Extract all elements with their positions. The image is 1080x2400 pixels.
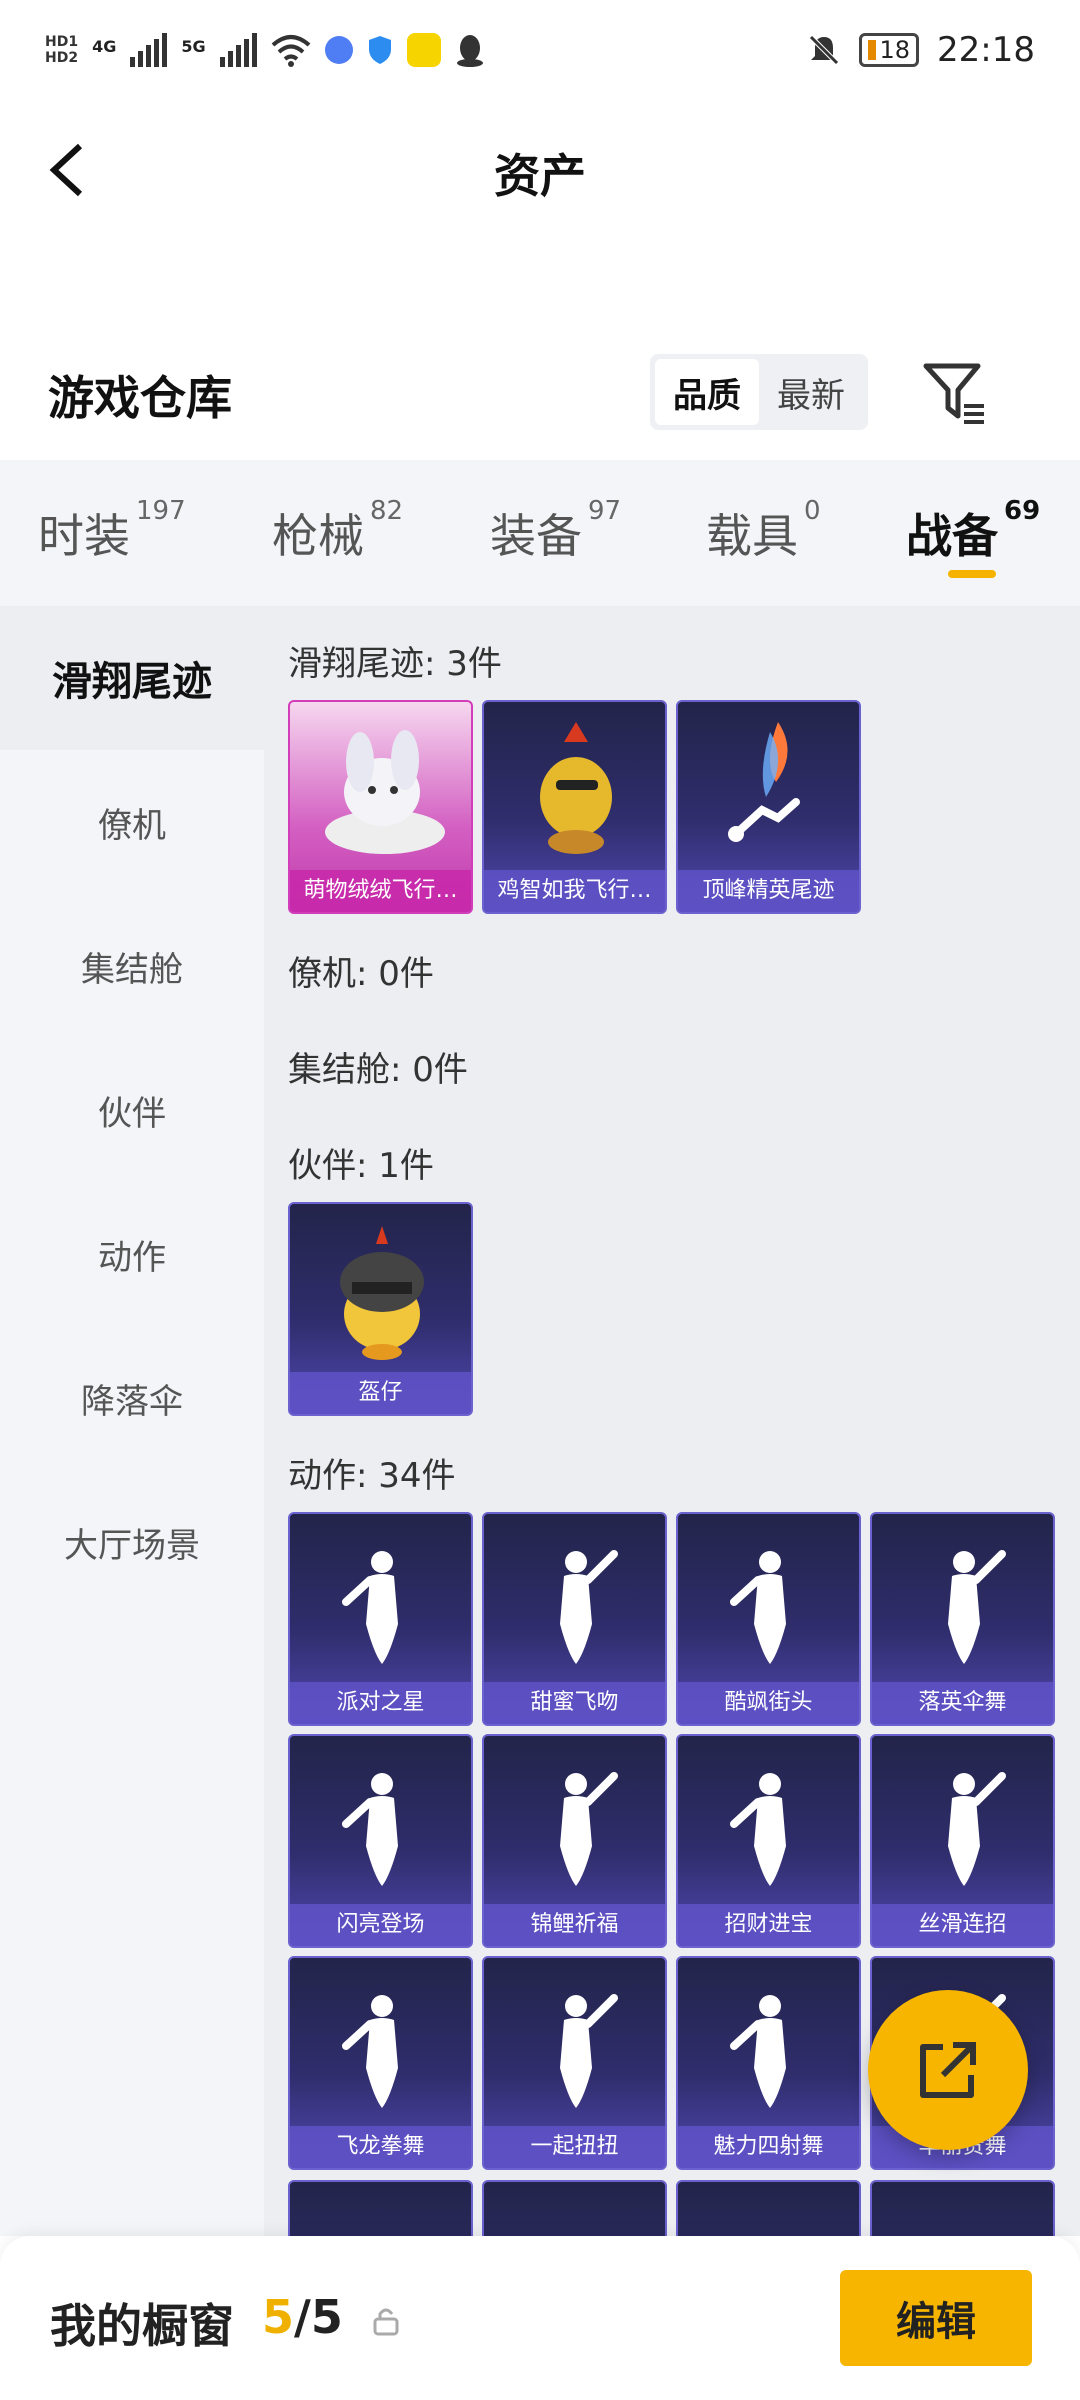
item-label: 一起扭扭 (484, 2126, 665, 2168)
signal-icon (130, 33, 168, 67)
item-card[interactable] (482, 2180, 667, 2236)
dancer-icon (730, 1773, 786, 1886)
section-title-partner: 伙伴: 1件 (288, 1146, 434, 1186)
category-tabs: 时装 197 枪械 82 装备 97 载具 0 战备 69 (0, 460, 1080, 606)
item-card[interactable] (288, 2180, 473, 2236)
shield-icon (368, 36, 391, 64)
tab-vehicles[interactable]: 载具 0 (706, 496, 821, 566)
item-label: 盔仔 (290, 1372, 471, 1414)
item-card[interactable]: 顶峰精英尾迹 (676, 700, 861, 914)
section-title-glide-trail: 滑翔尾迹: 3件 (288, 644, 502, 684)
sort-newest-button[interactable]: 最新 (759, 359, 863, 425)
app-icon-yellow (406, 33, 441, 67)
showcase-bar: 我的橱窗 5/5 编辑 (0, 2236, 1080, 2400)
status-time: 22:18 (937, 30, 1035, 70)
sidebar-item-assembly-pod[interactable]: 集结舱 (0, 894, 264, 1038)
battery-icon: 18 (859, 33, 920, 67)
net-5g-label: 5G (181, 37, 206, 56)
share-button[interactable] (868, 1990, 1028, 2150)
sort-toggle: 品质 最新 (650, 354, 868, 430)
app-icon-blue (324, 36, 353, 64)
item-card[interactable]: 盔仔 (288, 1202, 473, 1416)
status-bar: HD1 HD2 4G 5G 18 22:18 (0, 0, 1080, 100)
item-label: 魅力四射舞 (678, 2126, 859, 2168)
item-label: 鸡智如我飞行… (484, 870, 665, 912)
dancer-icon (948, 1550, 1006, 1664)
page-title: 资产 (494, 149, 586, 203)
sidebar-item-emote[interactable]: 动作 (0, 1182, 264, 1326)
item-card[interactable]: 鸡智如我飞行… (482, 700, 667, 914)
dancer-icon (948, 1772, 1006, 1886)
sidebar-item-glide-trail[interactable]: 滑翔尾迹 (0, 606, 264, 750)
dancer-icon (560, 1994, 618, 2108)
flame-trail-icon (728, 722, 800, 842)
dancer-icon (342, 1551, 398, 1664)
item-label: 锦鲤祈福 (484, 1904, 665, 1946)
item-label: 萌物绒绒飞行… (290, 870, 471, 912)
hd-icon: HD1 HD2 (45, 34, 79, 66)
item-label: 顶峰精英尾迹 (678, 870, 859, 912)
warehouse-header: 游戏仓库 品质 最新 (0, 340, 1080, 460)
net-4g-label: 4G (92, 37, 117, 56)
dancer-icon (730, 1551, 786, 1664)
app-header: 资产 (0, 100, 1080, 240)
sidebar-item-parachute[interactable]: 降落伞 (0, 1326, 264, 1470)
item-card[interactable]: 丝滑连招 (870, 1734, 1055, 1948)
plush-bunny-icon (325, 730, 445, 854)
item-card[interactable]: 落英伞舞 (870, 1512, 1055, 1726)
dancer-icon (342, 1773, 398, 1886)
helmet-chick-icon (340, 1226, 424, 1360)
bell-off-icon (809, 35, 840, 65)
tab-guns[interactable]: 枪械 82 (272, 496, 403, 566)
item-label: 飞龙拳舞 (290, 2126, 471, 2168)
dancer-icon (730, 1995, 786, 2108)
dancer-icon (560, 1772, 618, 1886)
item-card[interactable]: 派对之星 (288, 1512, 473, 1726)
tab-fashion[interactable]: 时装 197 (38, 496, 186, 566)
filter-icon[interactable] (920, 358, 990, 428)
item-label: 招财进宝 (678, 1904, 859, 1946)
section-title-emote: 动作: 34件 (288, 1456, 456, 1496)
sidebar: 滑翔尾迹 僚机 集结舱 伙伴 动作 降落伞 大厅场景 (0, 606, 264, 2236)
section-title-assembly-pod: 集结舱: 0件 (288, 1050, 468, 1090)
sidebar-item-lobby-scene[interactable]: 大厅场景 (0, 1470, 264, 1614)
item-label: 闪亮登场 (290, 1904, 471, 1946)
item-card[interactable] (870, 2180, 1055, 2236)
item-card[interactable]: 一起扭扭 (482, 1956, 667, 2170)
edit-button[interactable]: 编辑 (840, 2270, 1032, 2366)
qq-icon (456, 35, 483, 67)
tab-combat-gear[interactable]: 战备 69 (906, 496, 1040, 566)
dancer-icon (560, 1550, 618, 1664)
item-label: 丝滑连招 (872, 1904, 1053, 1946)
item-card[interactable] (676, 2180, 861, 2236)
item-label: 落英伞舞 (872, 1682, 1053, 1724)
item-label: 派对之星 (290, 1682, 471, 1724)
showcase-count: 5/5 (262, 2290, 343, 2344)
sidebar-item-partner[interactable]: 伙伴 (0, 1038, 264, 1182)
item-card[interactable]: 招财进宝 (676, 1734, 861, 1948)
signal-icon-2 (219, 33, 257, 67)
showcase-title: 我的橱窗 (50, 2299, 234, 2353)
item-card[interactable]: 甜蜜飞吻 (482, 1512, 667, 1726)
item-card[interactable]: 飞龙拳舞 (288, 1956, 473, 2170)
item-card[interactable]: 闪亮登场 (288, 1734, 473, 1948)
tab-active-indicator (948, 570, 996, 578)
tab-equipment[interactable]: 装备 97 (490, 496, 621, 566)
chicken-icon (540, 722, 612, 854)
item-card[interactable]: 酷飒街头 (676, 1512, 861, 1726)
item-card[interactable]: 魅力四射舞 (676, 1956, 861, 2170)
item-label: 甜蜜飞吻 (484, 1682, 665, 1724)
item-card[interactable]: 锦鲤祈福 (482, 1734, 667, 1948)
item-card[interactable]: 萌物绒绒飞行… (288, 700, 473, 914)
wifi-icon (271, 35, 310, 67)
section-title-wingman: 僚机: 0件 (288, 954, 434, 994)
sort-quality-button[interactable]: 品质 (655, 359, 759, 425)
dancer-icon (342, 1995, 398, 2108)
item-label: 酷飒街头 (678, 1682, 859, 1724)
lock-icon (373, 2308, 399, 2336)
warehouse-title: 游戏仓库 (48, 371, 232, 425)
sidebar-item-wingman[interactable]: 僚机 (0, 750, 264, 894)
share-icon (920, 2042, 976, 2098)
